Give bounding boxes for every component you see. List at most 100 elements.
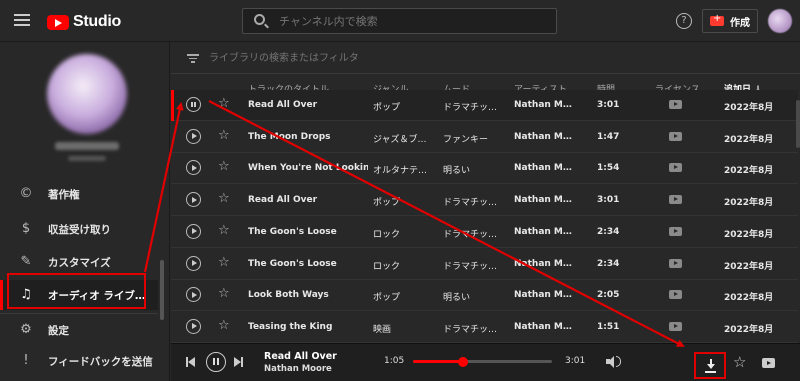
star-icon[interactable]: ☆	[218, 128, 230, 143]
player-progress-fill	[413, 360, 464, 363]
menu-icon[interactable]	[14, 14, 30, 26]
track-mood: ドラマチッ…	[443, 324, 498, 335]
channel-name	[55, 142, 119, 150]
player-current-time: 1:05	[384, 356, 405, 366]
studio-logo[interactable]: Studio	[47, 13, 121, 31]
sidebar-item-copyright[interactable]: © 著作権	[0, 179, 158, 209]
track-artist: Nathan M…	[514, 226, 572, 237]
track-artist: Nathan M…	[514, 258, 572, 269]
player-track-artist: Nathan Moore	[264, 364, 332, 374]
active-indicator	[0, 280, 3, 310]
player-progress-thumb[interactable]	[458, 356, 469, 367]
pause-icon[interactable]	[186, 97, 201, 112]
volume-wave-icon	[616, 356, 621, 367]
track-title: The Moon Drops	[248, 131, 331, 142]
top-bar: Studio ? 作成	[0, 0, 800, 42]
download-icon	[707, 359, 715, 371]
track-artist: Nathan M…	[514, 163, 572, 174]
table-scrollbar[interactable]	[796, 100, 800, 148]
copyright-icon: ©	[19, 186, 33, 201]
youtube-icon[interactable]	[762, 358, 775, 368]
account-avatar[interactable]	[768, 9, 792, 33]
star-icon[interactable]: ☆	[218, 223, 230, 238]
sidebar-divider	[0, 313, 158, 314]
table-row[interactable]: ☆ The Moon Drops ジャズ＆ブ… ファンキー Nathan M… 1:47 2…	[171, 122, 798, 153]
play-icon[interactable]	[186, 223, 201, 239]
track-genre: ポップ	[373, 103, 401, 113]
player-total-time: 3:01	[565, 356, 586, 366]
track-title: Read All Over	[248, 195, 318, 206]
channel-avatar[interactable]	[47, 54, 127, 134]
annotation-box-sidebar	[7, 273, 146, 309]
search-box[interactable]	[242, 8, 557, 34]
table-row[interactable]: ☆ The Goon's Loose ロック ドラマチッ… Nathan M… 2:34 2…	[171, 217, 798, 248]
youtube-license-icon	[669, 131, 682, 141]
player-progress-slider[interactable]	[413, 356, 552, 367]
table-row[interactable]: ☆ Read All Over ポップ ドラマチッ… Nathan M… 3:01 2022…	[171, 185, 798, 217]
star-icon[interactable]: ☆	[218, 192, 230, 206]
play-icon[interactable]	[186, 192, 201, 208]
table-row[interactable]: ☆ The Goon's Loose ロック ドラマチッ… Nathan M… 2:34 2…	[171, 249, 798, 280]
play-icon[interactable]	[186, 255, 201, 271]
track-genre: ジャズ＆ブ…	[373, 134, 427, 145]
youtube-logo-icon	[47, 14, 69, 30]
track-duration: 2:34	[597, 226, 620, 237]
filter-icon[interactable]	[187, 54, 199, 63]
track-genre: ポップ	[373, 293, 401, 304]
create-label: 作成	[730, 17, 750, 29]
youtube-license-icon	[669, 195, 682, 205]
previous-track-icon[interactable]	[186, 357, 196, 367]
track-date-added: 2022年8月	[724, 134, 774, 145]
download-button[interactable]	[694, 352, 726, 379]
track-mood: ドラマチッ…	[443, 103, 498, 113]
pause-icon[interactable]	[206, 352, 226, 372]
play-icon[interactable]	[186, 160, 201, 176]
star-icon[interactable]: ☆	[218, 255, 230, 270]
track-date-added: 2022年8月	[724, 103, 774, 113]
gear-icon: ⚙	[20, 322, 32, 337]
track-mood: ファンキー	[443, 134, 489, 145]
next-track-icon[interactable]	[234, 357, 244, 367]
filter-input[interactable]	[209, 51, 509, 65]
play-icon[interactable]	[186, 128, 201, 144]
play-icon[interactable]	[186, 318, 201, 334]
help-icon[interactable]: ?	[676, 13, 692, 29]
track-duration: 2:05	[597, 290, 620, 301]
track-date-added: 2022年8月	[724, 324, 774, 335]
app-root: Studio ? 作成 © 著作権 $ 収益受け取り ✎ カスタマイズ	[0, 0, 800, 381]
track-title: The Goon's Loose	[248, 226, 337, 237]
download-icon-base	[705, 371, 716, 373]
track-date-added: 2022年8月	[724, 198, 774, 209]
track-artist: Nathan M…	[514, 131, 572, 142]
sidebar-item-settings[interactable]: ⚙ 設定	[0, 315, 158, 345]
table-row[interactable]: ☆ Look Both Ways ポップ 明るい Nathan M… 2:05 2022年8…	[171, 280, 798, 312]
youtube-license-icon	[669, 258, 682, 268]
track-genre: オルタナテ…	[373, 166, 428, 177]
magic-wand-icon: ✎	[20, 254, 32, 269]
track-duration: 1:51	[597, 321, 620, 332]
play-icon[interactable]	[186, 287, 201, 303]
star-icon[interactable]: ☆	[218, 97, 230, 111]
youtube-license-icon	[669, 226, 682, 236]
star-icon[interactable]: ☆	[218, 318, 230, 333]
table-row[interactable]: ☆ Teasing the King 映画 ドラマチッ… Nathan M… 1:51 20…	[171, 312, 798, 343]
track-date-added: 2022年8月	[724, 229, 774, 240]
track-artist: Nathan M…	[514, 100, 572, 110]
table-row[interactable]: ☆ Read All Over ポップ ドラマチッ… Nathan M… 3:01 2022…	[171, 90, 798, 121]
track-mood: 明るい	[443, 293, 471, 304]
sidebar-item-earn[interactable]: $ 収益受け取り	[0, 214, 158, 244]
feedback-icon: !	[23, 353, 29, 368]
star-icon[interactable]: ☆	[733, 353, 746, 371]
create-button[interactable]: 作成	[702, 9, 758, 33]
star-icon[interactable]: ☆	[218, 160, 230, 174]
channel-subtitle	[68, 156, 106, 161]
sidebar: © 著作権 $ 収益受け取り ✎ カスタマイズ ♫ オーディオ ライブ… ⚙ 設…	[0, 42, 170, 381]
search-input[interactable]	[279, 13, 539, 29]
youtube-license-icon	[669, 290, 682, 300]
track-duration: 1:47	[597, 131, 620, 142]
sidebar-item-feedback[interactable]: ! フィードバックを送信	[0, 346, 158, 376]
table-row[interactable]: ☆ When You're Not Looking オルタナテ… 明るい Nathan …	[171, 153, 798, 185]
sidebar-scrollbar[interactable]	[160, 260, 164, 320]
track-mood: ドラマチッ…	[443, 198, 498, 209]
star-icon[interactable]: ☆	[218, 287, 230, 301]
